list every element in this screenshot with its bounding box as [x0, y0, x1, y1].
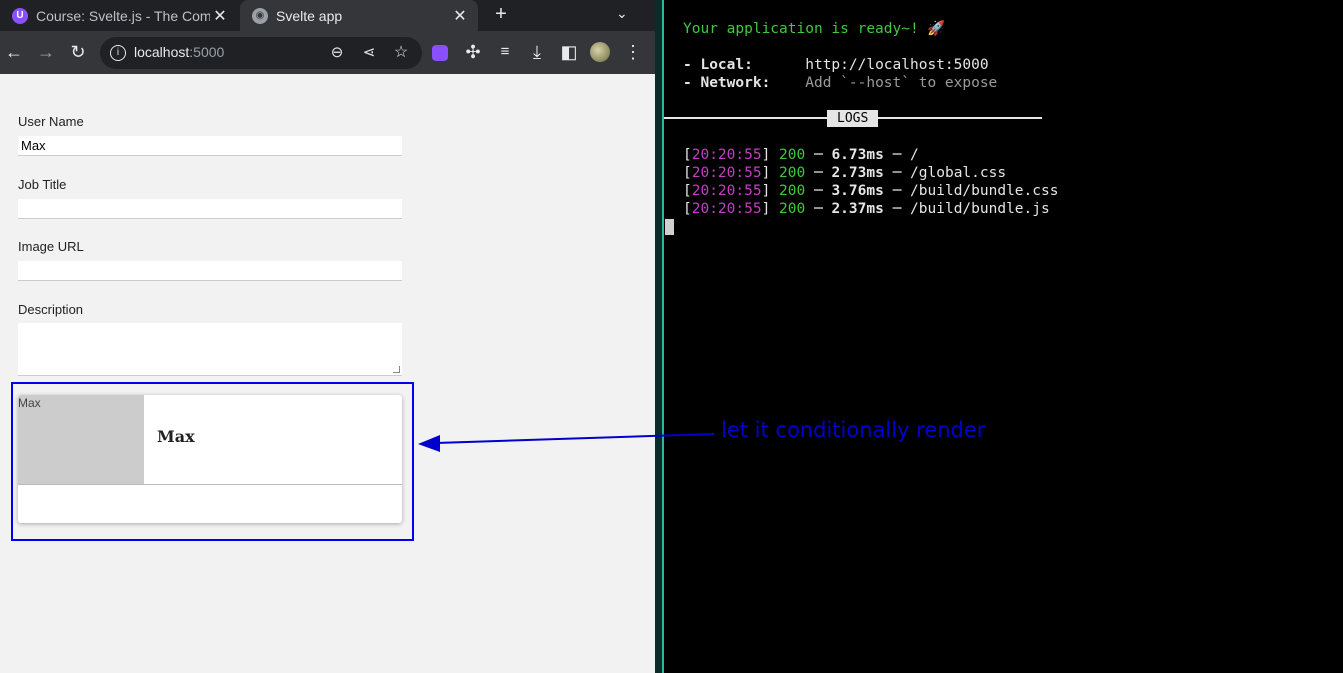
- description-textarea[interactable]: [18, 323, 402, 376]
- contact-card: Max Max: [18, 395, 402, 523]
- description-label: Description: [18, 302, 84, 317]
- new-tab-button[interactable]: +: [490, 3, 512, 26]
- extension-icon[interactable]: [432, 45, 448, 61]
- job-title-label: Job Title: [18, 177, 67, 192]
- tab-bar: U Course: Svelte.js - The Complete Guide…: [0, 0, 655, 31]
- annotation-text: let it conditionally render: [721, 418, 986, 442]
- browser-window: U Course: Svelte.js - The Complete Guide…: [0, 0, 655, 673]
- card-divider: [18, 484, 402, 485]
- url-text[interactable]: localhost:5000: [134, 44, 224, 60]
- user-name-input[interactable]: Max: [18, 136, 402, 156]
- back-arrow-icon[interactable]: ←: [3, 42, 25, 62]
- image-url-input[interactable]: [18, 261, 402, 281]
- terminal-cursor: [665, 219, 674, 235]
- log-line: [20:20:55] 200 ─ 2.37ms ─ /build/bundle.…: [683, 201, 1050, 217]
- contact-name: Max: [157, 427, 195, 446]
- local-line: - Local: http://localhost:5000: [683, 56, 989, 74]
- side-panel-icon[interactable]: ◧: [558, 42, 580, 62]
- zoom-out-icon[interactable]: ⊖: [326, 43, 348, 63]
- terminal-pane[interactable]: Your application is ready~! 🚀 - Local: h…: [664, 0, 1343, 673]
- user-name-label: User Name: [18, 114, 84, 129]
- log-line: [20:20:55] 200 ─ 6.73ms ─ /: [683, 147, 919, 163]
- address-bar[interactable]: i localhost:5000 ⊖ ⋖ ☆: [100, 37, 422, 69]
- network-value: Add `--host` to expose: [805, 75, 998, 91]
- broken-image-alt-text: Max: [18, 396, 41, 410]
- tab-title: Svelte app: [276, 7, 343, 24]
- log-line: [20:20:55] 200 ─ 2.73ms ─ /global.css: [683, 165, 1007, 181]
- media-queue-icon[interactable]: ≡: [494, 42, 516, 62]
- download-icon[interactable]: ⤓: [526, 42, 548, 62]
- logs-label: LOGS: [827, 110, 879, 127]
- tab-udemy-course[interactable]: U Course: Svelte.js - The Complete Guide…: [0, 0, 238, 31]
- ready-message: Your application is ready~! 🚀: [683, 21, 946, 37]
- tab-svelte-app[interactable]: ◉ Svelte app ✕: [240, 0, 478, 31]
- tab-title: Course: Svelte.js - The Complete Guide: [36, 7, 210, 24]
- globe-icon: ◉: [252, 7, 268, 24]
- network-line: - Network: Add `--host` to expose: [683, 74, 997, 92]
- forward-arrow-icon[interactable]: →: [35, 42, 57, 62]
- chevron-down-icon[interactable]: ⌄: [616, 5, 628, 22]
- kebab-menu-icon[interactable]: ⋮: [622, 42, 644, 62]
- profile-avatar[interactable]: [590, 42, 610, 62]
- star-icon[interactable]: ☆: [390, 43, 412, 63]
- udemy-icon: U: [12, 7, 28, 24]
- local-label: - Local:: [683, 57, 753, 73]
- puzzle-icon[interactable]: ✣: [462, 42, 484, 62]
- image-url-label: Image URL: [18, 239, 84, 254]
- local-url: http://localhost:5000: [805, 57, 989, 73]
- close-icon[interactable]: ✕: [450, 6, 470, 26]
- resize-handle-icon[interactable]: [393, 366, 400, 373]
- job-title-input[interactable]: [18, 199, 402, 219]
- share-icon[interactable]: ⋖: [358, 43, 380, 63]
- reload-icon[interactable]: ↻: [67, 42, 89, 62]
- log-line: [20:20:55] 200 ─ 3.76ms ─ /build/bundle.…: [683, 183, 1059, 199]
- close-icon[interactable]: ✕: [210, 6, 230, 26]
- network-label: - Network:: [683, 75, 771, 91]
- browser-toolbar: ← → ↻ i localhost:5000 ⊖ ⋖ ☆ ✣ ≡ ⤓ ◧ ⋮: [0, 31, 655, 74]
- page-content: User Name Max Job Title Image URL Descri…: [0, 74, 655, 673]
- contact-image: Max: [18, 395, 144, 484]
- info-icon[interactable]: i: [110, 45, 126, 61]
